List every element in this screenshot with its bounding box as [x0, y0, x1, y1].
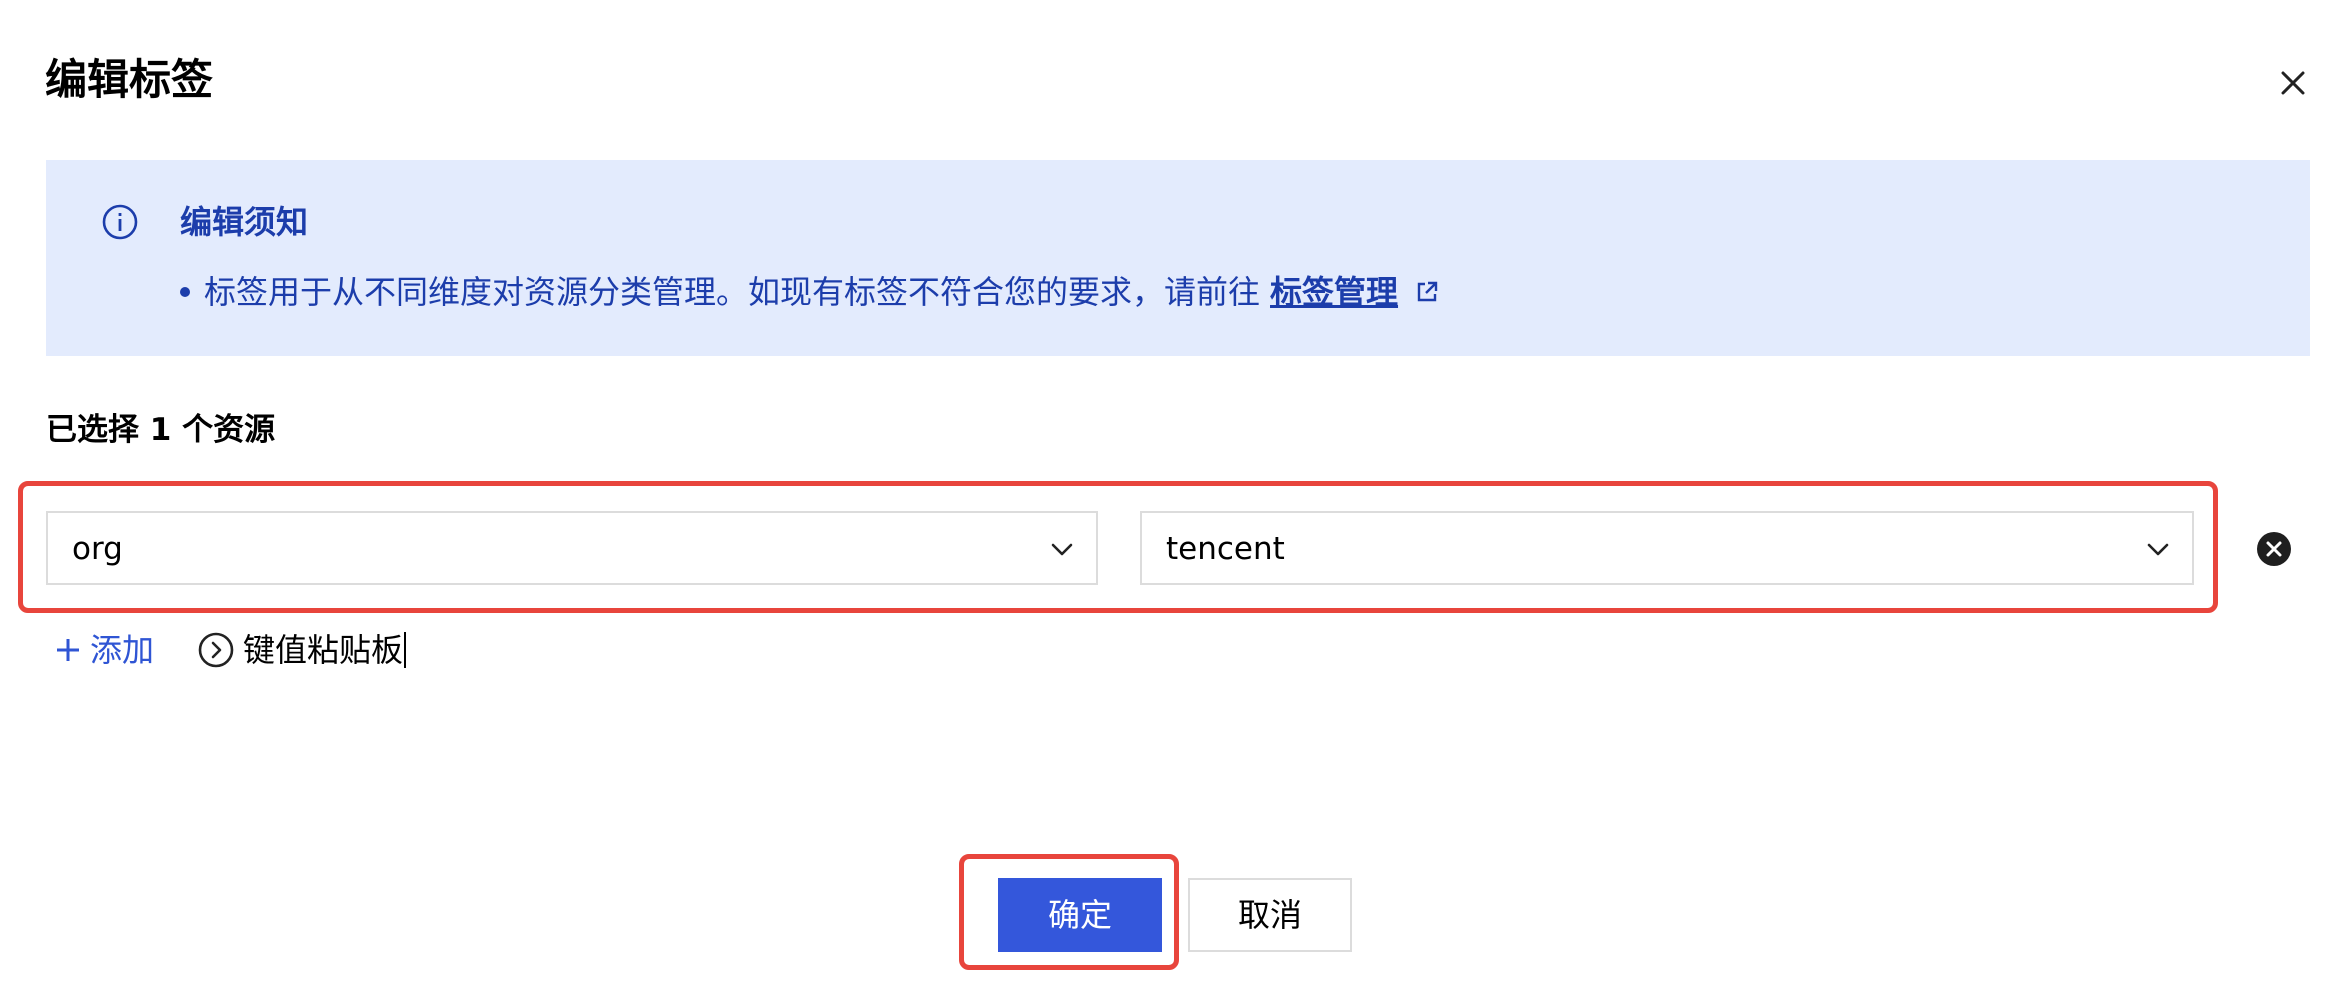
tag-management-link[interactable]: 标签管理	[1270, 272, 1398, 312]
notice-text: 标签用于从不同维度对资源分类管理。如现有标签不符合您的要求，请前往	[204, 273, 1261, 311]
chevron-down-icon	[1051, 543, 1073, 556]
chevron-right-circle-icon	[198, 632, 234, 668]
add-tag-button[interactable]: 添加	[54, 630, 154, 670]
key-value-paste-label: 键值粘贴板	[243, 631, 404, 669]
tag-key-value: org	[72, 531, 123, 567]
key-value-paste-button[interactable]: 键值粘贴板	[197, 630, 407, 670]
cancel-button[interactable]: 取消	[1188, 878, 1352, 952]
chevron-down-icon	[2147, 543, 2169, 556]
tag-key-select[interactable]: org	[46, 511, 1098, 585]
plus-icon	[57, 639, 79, 661]
close-circle-icon	[2257, 532, 2291, 566]
notice-text-line: 标签用于从不同维度对资源分类管理。如现有标签不符合您的要求，请前往 标签管理	[180, 272, 1440, 312]
tag-value-value: tencent	[1166, 531, 1285, 567]
info-icon	[102, 204, 138, 240]
close-button[interactable]	[2270, 60, 2316, 106]
remove-tag-row-button[interactable]	[2256, 531, 2292, 567]
external-link-icon[interactable]	[1414, 279, 1440, 305]
notice-title: 编辑须知	[180, 203, 309, 241]
tag-value-select[interactable]: tencent	[1140, 511, 2194, 585]
bullet-dot	[180, 287, 190, 297]
text-cursor	[404, 632, 407, 668]
notice-banner: 编辑须知 标签用于从不同维度对资源分类管理。如现有标签不符合您的要求，请前往 标…	[46, 160, 2310, 356]
confirm-button[interactable]: 确定	[998, 878, 1162, 952]
selected-resources-label: 已选择 1 个资源	[46, 412, 276, 448]
add-tag-label: 添加	[90, 631, 155, 669]
close-icon	[2281, 71, 2305, 95]
dialog-title: 编辑标签	[45, 55, 214, 104]
edit-tags-dialog: 编辑标签 编辑须知 标签用于从不同维度对资源分类管理。如现有标签不符合您的要求，…	[0, 0, 2337, 991]
